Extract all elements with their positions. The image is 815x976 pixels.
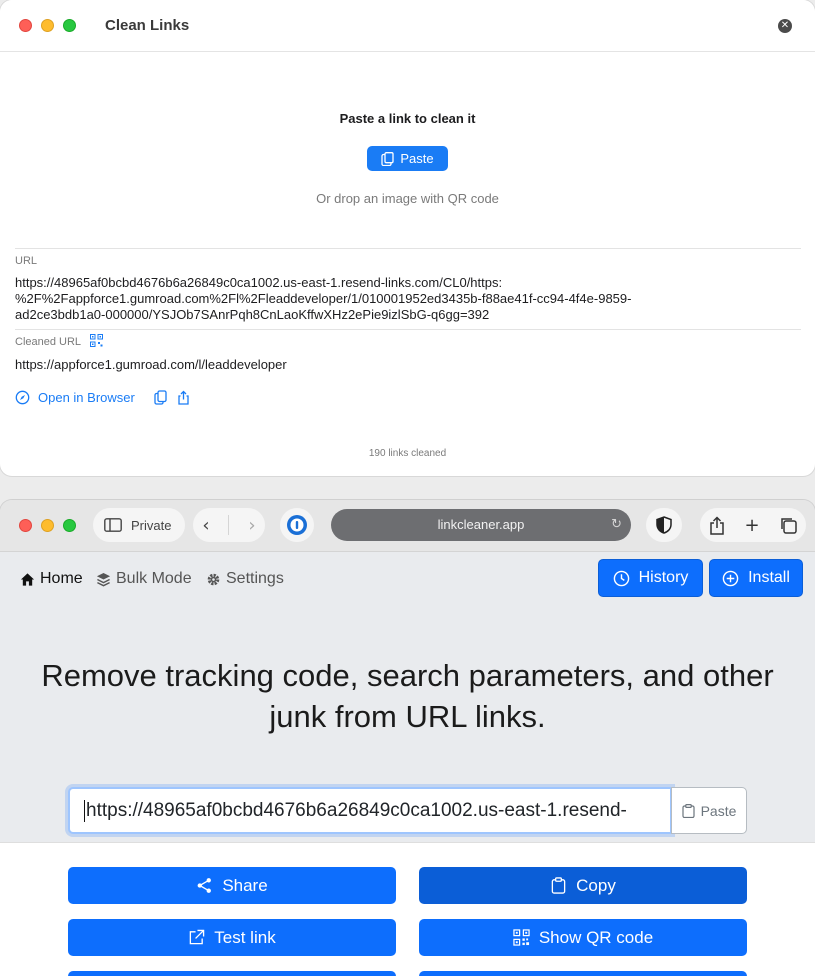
minimize-window-button[interactable] — [41, 519, 54, 532]
cleaned-url[interactable]: https://appforce1.gumroad.com/l/leaddeve… — [15, 357, 287, 372]
url-line: https://48965af0bcbd4676b6a26849c0ca1002… — [15, 275, 503, 290]
extra-action-button[interactable] — [68, 971, 396, 976]
nav-settings-label: Settings — [226, 570, 284, 587]
cleaned-url-actions: Open in Browser — [15, 388, 191, 406]
copy-button[interactable]: Copy — [419, 867, 747, 904]
site-navbar: Home Bulk Mode Settings History Install — [0, 552, 815, 604]
gear-icon — [207, 573, 220, 585]
share-nodes-icon — [197, 878, 212, 893]
paste-button[interactable]: Paste — [671, 787, 747, 834]
share-button[interactable]: Share — [68, 867, 396, 904]
qr-code-icon[interactable] — [90, 334, 103, 347]
forward-icon[interactable]: › — [248, 515, 255, 536]
install-button[interactable]: Install — [709, 559, 803, 597]
browser-toolbar: Private ‹ › linkcleaner.app ↻ + — [0, 500, 815, 552]
plus-circle-icon — [722, 570, 739, 586]
zoom-window-button[interactable] — [63, 19, 76, 32]
paste-prompt: Paste a link to clean it — [339, 111, 476, 126]
nav-bulk-mode-label: Bulk Mode — [116, 570, 192, 587]
test-link-button[interactable]: Test link — [68, 919, 396, 956]
url-line: ad2ce3bdb1a0-000000/YSJOb7SAnrPqh8CnLaoK… — [15, 307, 490, 322]
share-icon[interactable] — [176, 390, 191, 405]
show-qr-code-button-label: Show QR code — [538, 927, 654, 947]
original-url[interactable]: https://48965af0bcbd4676b6a26849c0ca1002… — [15, 275, 795, 323]
zoom-window-button[interactable] — [63, 519, 76, 532]
compass-icon[interactable] — [15, 390, 30, 405]
divider — [228, 515, 230, 535]
clock-icon — [613, 570, 629, 586]
text-caret — [84, 799, 85, 822]
close-icon[interactable]: ✕ — [778, 19, 792, 33]
test-link-button-label: Test link — [214, 927, 276, 947]
open-in-browser-link[interactable]: Open in Browser — [38, 390, 135, 405]
paste-button[interactable]: Paste — [367, 146, 448, 171]
page-headline: Remove tracking code, search parameters,… — [41, 658, 774, 734]
share-icon[interactable] — [709, 515, 725, 535]
qr-code-icon — [513, 929, 530, 946]
address-bar[interactable]: linkcleaner.app ↻ — [331, 509, 631, 541]
sidebar-toggle-button[interactable]: Private — [93, 508, 185, 542]
tab-overview-icon[interactable] — [779, 516, 797, 534]
home-icon — [20, 572, 35, 586]
sidebar-icon — [104, 518, 122, 532]
shield-icon — [656, 516, 672, 534]
title-bar: Clean Links ✕ — [0, 0, 815, 52]
history-button-label: History — [638, 569, 689, 586]
links-cleaned-count: 190 links cleaned — [368, 448, 447, 459]
paste-button-label: Paste — [400, 151, 434, 166]
url-label: URL — [15, 255, 38, 267]
clipboard-icon — [381, 151, 395, 166]
cleaned-url-label: Cleaned URL — [15, 336, 82, 348]
address-text: linkcleaner.app — [437, 517, 525, 532]
nav-bulk-mode[interactable]: Bulk Mode — [96, 570, 192, 588]
copy-icon[interactable] — [153, 389, 168, 405]
close-window-button[interactable] — [19, 19, 32, 32]
safari-window: Private ‹ › linkcleaner.app ↻ + Home Bul… — [0, 500, 815, 976]
privacy-report-button[interactable] — [646, 508, 682, 542]
close-window-button[interactable] — [19, 519, 32, 532]
nav-settings[interactable]: Settings — [206, 570, 284, 588]
password-manager-button[interactable] — [280, 508, 314, 542]
back-icon[interactable]: ‹ — [202, 515, 209, 536]
minimize-window-button[interactable] — [41, 19, 54, 32]
extra-action-button[interactable] — [419, 971, 747, 976]
browser-actions: + — [700, 508, 806, 542]
clipboard-icon — [551, 877, 566, 894]
new-tab-icon[interactable]: + — [744, 515, 759, 536]
divider — [15, 329, 801, 330]
url-line: %2F%2Fappforce1.gumroad.com%2Fl%2Fleadde… — [15, 291, 632, 306]
url-input-group: https://48965af0bcbd4676b6a26849c0ca1002… — [68, 787, 747, 834]
password-manager-icon — [287, 515, 307, 535]
drop-hint: Or drop an image with QR code — [316, 191, 499, 206]
show-qr-code-button[interactable]: Show QR code — [419, 919, 747, 956]
copy-button-label: Copy — [576, 875, 616, 895]
share-button-label: Share — [222, 875, 268, 895]
external-link-icon — [189, 929, 205, 945]
private-label: Private — [131, 517, 172, 533]
paste-button-label: Paste — [700, 802, 737, 819]
divider — [15, 248, 801, 249]
history-navigation: ‹ › — [193, 508, 265, 542]
layers-icon — [96, 572, 111, 586]
clean-links-window: Clean Links ✕ Paste a link to clean it P… — [0, 0, 815, 476]
install-button-label: Install — [748, 569, 790, 586]
nav-home[interactable]: Home — [20, 570, 83, 588]
reload-icon[interactable]: ↻ — [611, 509, 622, 541]
url-input[interactable]: https://48965af0bcbd4676b6a26849c0ca1002… — [68, 787, 672, 834]
nav-home-label: Home — [40, 570, 83, 587]
history-button[interactable]: History — [598, 559, 703, 597]
window-title: Clean Links — [105, 17, 190, 34]
actions-panel: Share Copy Test link Show QR code — [0, 842, 815, 976]
url-input-value: https://48965af0bcbd4676b6a26849c0ca1002… — [86, 800, 627, 821]
clipboard-icon — [681, 803, 695, 818]
